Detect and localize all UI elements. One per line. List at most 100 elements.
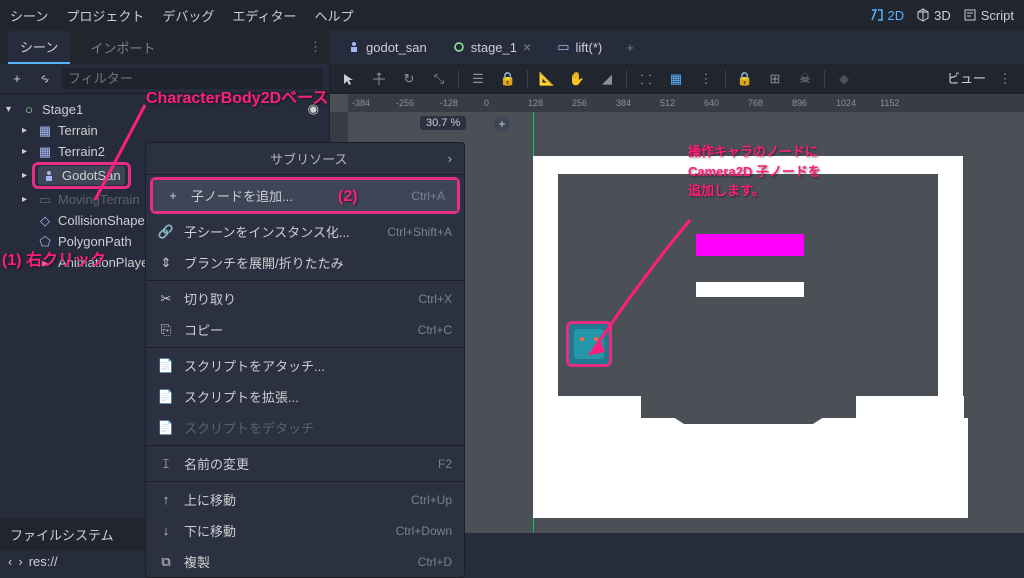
plus-icon: + <box>165 188 181 203</box>
script-attach-icon: 📄 <box>158 358 174 374</box>
level-platform <box>696 282 804 297</box>
tree-godotsan[interactable]: GodotSan <box>38 166 125 185</box>
scene-tab-stage-1[interactable]: stage_1 × <box>443 34 541 60</box>
menubar: シーン プロジェクト デバッグ エディター ヘルプ 2D 3D Script <box>0 0 1024 30</box>
snap-menu[interactable]: ⋮ <box>695 68 717 90</box>
tab-scene[interactable]: シーン <box>8 31 70 64</box>
ctx-add-child[interactable]: + 子ノードを追加... Ctrl+A <box>153 180 457 211</box>
body-icon: ▭ <box>38 193 52 207</box>
cursor-icon <box>342 72 356 86</box>
filesystem-header: ファイルシステム <box>0 519 145 550</box>
mode-2d-button[interactable]: 2D <box>870 8 905 23</box>
menu-debug[interactable]: デバッグ <box>162 6 214 25</box>
ctx-instance-scene[interactable]: 🔗 子シーンをインスタンス化... Ctrl+Shift+A <box>146 216 464 247</box>
character-sprite[interactable] <box>566 321 612 367</box>
group-tool[interactable]: ⊞ <box>764 68 786 90</box>
cut-icon: ✂ <box>158 291 174 307</box>
chevron-right-icon[interactable]: ▸ <box>22 170 32 181</box>
ruler-horizontal: -384 -256 -128 0 128 256 384 512 640 768… <box>348 94 1024 112</box>
menu-editor[interactable]: エディター <box>232 6 296 25</box>
view-dropdown[interactable]: ⋮ <box>994 68 1016 90</box>
view-menu[interactable]: ビュー <box>947 68 986 90</box>
panel-menu-icon[interactable]: ⋮ <box>309 39 322 55</box>
level-wall-right <box>938 156 963 401</box>
node2d-icon: ○ <box>22 102 36 116</box>
rotate-tool[interactable]: ↻ <box>398 68 420 90</box>
scene-tab-godot-san[interactable]: godot_san <box>338 35 437 60</box>
lift-icon: ▭ <box>557 39 569 55</box>
chevron-right-icon[interactable]: ▸ <box>22 194 32 205</box>
mode-script-button[interactable]: Script <box>963 8 1014 23</box>
visibility-icon[interactable]: ◉ <box>308 101 319 117</box>
move-tool[interactable] <box>368 68 390 90</box>
ctx-move-down[interactable]: ↓ 下に移動 Ctrl+Down <box>146 515 464 546</box>
list-tool[interactable]: ☰ <box>467 68 489 90</box>
body-icon <box>348 41 360 53</box>
filesystem-panel: ファイルシステム ‹ › res:// <box>0 519 145 573</box>
add-node-button[interactable]: + <box>6 68 28 90</box>
tab-import[interactable]: インポート <box>78 32 167 63</box>
lock-tool[interactable]: 🔒 <box>497 68 519 90</box>
lock-selected[interactable]: 🔒 <box>734 68 756 90</box>
mode-3d-icon <box>916 8 930 22</box>
node2d-icon <box>453 41 465 53</box>
script-icon <box>963 8 977 22</box>
level-floor-left <box>533 396 641 418</box>
filesystem-path[interactable]: ‹ › res:// <box>0 550 145 573</box>
level-floor-right <box>856 396 964 418</box>
skeleton-tool[interactable]: ☠ <box>794 68 816 90</box>
chevron-right-icon[interactable]: ▸ <box>22 146 32 157</box>
script-extend-icon: 📄 <box>158 389 174 405</box>
snap-tool[interactable]: ⸬ <box>635 68 657 90</box>
menu-help[interactable]: ヘルプ <box>314 6 353 25</box>
ctx-move-up[interactable]: ↑ 上に移動 Ctrl+Up <box>146 484 464 515</box>
copy-icon: ⎘ <box>158 322 174 338</box>
scale-tool[interactable]: ⤡ <box>428 68 450 90</box>
tree-terrain[interactable]: ▸ ▦ Terrain <box>0 120 329 141</box>
tilemap-icon: ▦ <box>38 145 52 159</box>
chevron-down-icon[interactable]: ▾ <box>6 104 16 115</box>
mode-3d-button[interactable]: 3D <box>916 8 951 23</box>
mode-2d-icon <box>870 8 884 22</box>
animation-tool[interactable]: ◆ <box>833 68 855 90</box>
grid-tool[interactable]: ▦ <box>665 68 687 90</box>
link-button[interactable] <box>34 68 56 90</box>
menu-project[interactable]: プロジェクト <box>66 6 144 25</box>
scene-tab-lift[interactable]: ▭ lift(*) <box>547 34 612 60</box>
ctx-copy[interactable]: ⎘ コピー Ctrl+C <box>146 314 464 345</box>
ctx-duplicate[interactable]: ⧉ 複製 Ctrl+D <box>146 546 464 577</box>
select-tool[interactable] <box>338 68 360 90</box>
pan-tool[interactable]: ✋ <box>566 68 588 90</box>
level-ceiling <box>533 156 963 174</box>
arrow-up-icon: ↑ <box>158 492 174 507</box>
ctx-attach-script[interactable]: 📄 スクリプトをアタッチ... <box>146 350 464 381</box>
close-icon[interactable]: × <box>523 39 531 55</box>
context-menu: サブリソース › + 子ノードを追加... Ctrl+A 🔗 子シーンをインスタ… <box>145 142 465 578</box>
scene-tabs: godot_san stage_1 × ▭ lift(*) + <box>330 30 1024 64</box>
measure-tool[interactable]: ◢ <box>596 68 618 90</box>
ruler-tool[interactable]: 📐 <box>536 68 558 90</box>
magenta-platform <box>696 234 804 256</box>
chevron-right-icon[interactable]: ▸ <box>22 125 32 136</box>
arrow-down-icon: ↓ <box>158 523 174 538</box>
level-ground <box>533 418 968 518</box>
chevron-right-icon[interactable]: › <box>448 151 452 166</box>
collision-icon: ◇ <box>38 214 52 228</box>
chevron-right-icon[interactable]: › <box>18 554 22 569</box>
ctx-cut[interactable]: ✂ 切り取り Ctrl+X <box>146 283 464 314</box>
tree-root[interactable]: ▾ ○ Stage1 ◉ <box>0 98 329 120</box>
script-detach-icon: 📄 <box>158 420 174 436</box>
level-wall <box>533 156 558 401</box>
viewport-toolbar: ↻ ⤡ ☰ 🔒 📐 ✋ ◢ ⸬ ▦ ⋮ 🔒 ⊞ ☠ ◆ ビュー ⋮ <box>330 64 1024 94</box>
ctx-expand-collapse[interactable]: ⇕ ブランチを展開/折りたたみ <box>146 247 464 278</box>
menu-scene[interactable]: シーン <box>10 6 48 25</box>
ctx-header: サブリソース › <box>146 143 464 175</box>
rename-icon: 𝙸 <box>158 456 174 472</box>
ctx-rename[interactable]: 𝙸 名前の変更 F2 <box>146 448 464 479</box>
characterbody2d-icon <box>42 169 56 183</box>
filter-input[interactable] <box>62 68 323 89</box>
link-icon <box>38 72 52 86</box>
ctx-extend-script[interactable]: 📄 スクリプトを拡張... <box>146 381 464 412</box>
chevron-left-icon[interactable]: ‹ <box>8 554 12 569</box>
add-tab-button[interactable]: + <box>618 40 642 55</box>
